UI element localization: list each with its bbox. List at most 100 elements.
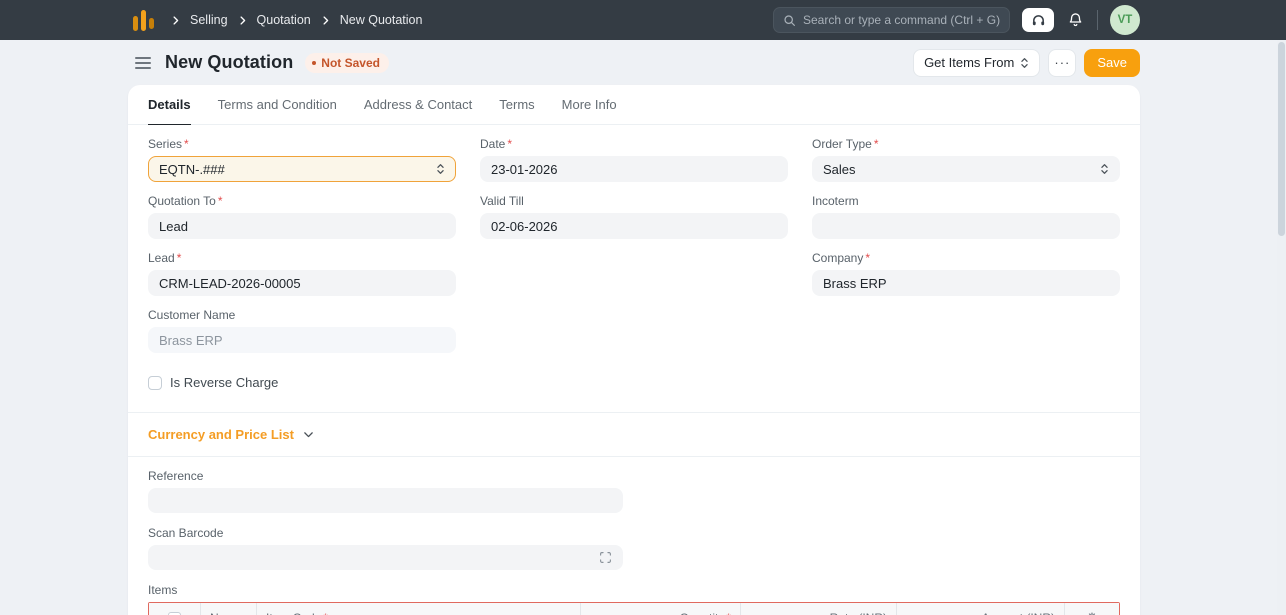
scan-icon [599, 551, 612, 564]
form-tabs: Details Terms and Condition Address & Co… [128, 85, 1140, 125]
select-all-checkbox[interactable] [168, 611, 181, 615]
select-all-cell [149, 603, 201, 615]
col-quantity: Quantity* [581, 603, 741, 615]
avatar[interactable]: VT [1110, 5, 1140, 35]
more-options-button[interactable]: ··· [1048, 48, 1077, 77]
col-no: No. [201, 603, 257, 615]
quotation-to-label: Quotation To [148, 194, 216, 208]
tab-more-info[interactable]: More Info [562, 85, 617, 124]
gear-icon[interactable]: ⚙ [1086, 610, 1098, 615]
save-button[interactable]: Save [1084, 48, 1140, 77]
navbar-divider [1097, 10, 1098, 30]
checkbox-icon [148, 375, 162, 390]
series-select[interactable]: EQTN-.### [148, 156, 456, 182]
scan-barcode-input[interactable] [148, 545, 623, 570]
avatar-initials: VT [1117, 14, 1133, 26]
is-reverse-charge-label: Is Reverse Charge [170, 375, 279, 390]
series-field: Series * EQTN-.### [148, 137, 456, 182]
items-label: Items [148, 583, 178, 597]
status-badge-label: Not Saved [321, 55, 380, 70]
tab-details[interactable]: Details [148, 85, 191, 125]
search-input[interactable] [803, 13, 1000, 27]
required-marker: * [323, 611, 328, 615]
currency-price-list-section-toggle[interactable]: Currency and Price List [128, 413, 1140, 457]
valid-till-value: 02-06-2026 [491, 218, 558, 234]
lead-input[interactable]: CRM-LEAD-2026-00005 [148, 270, 456, 296]
global-search[interactable] [773, 7, 1010, 33]
form-card: Details Terms and Condition Address & Co… [128, 85, 1140, 615]
is-reverse-charge-checkbox[interactable]: Is Reverse Charge [148, 375, 456, 390]
incoterm-input[interactable] [812, 213, 1120, 239]
breadcrumb-new-quotation[interactable]: New Quotation [340, 13, 423, 27]
sidebar-toggle-icon[interactable] [133, 55, 153, 71]
col-amount: Amount (INR) [897, 603, 1065, 615]
customer-name-value: Brass ERP [159, 332, 223, 348]
quotation-to-field: Quotation To * Lead [148, 194, 456, 239]
table-settings-cell: ⚙ [1065, 603, 1119, 615]
app-logo[interactable] [133, 9, 154, 31]
reference-input[interactable] [148, 488, 623, 513]
col-item-code: Item Code* [257, 603, 581, 615]
order-type-label: Order Type [812, 137, 872, 151]
required-marker: * [184, 137, 189, 151]
required-marker: * [873, 137, 879, 151]
navbar: Selling Quotation New Quotation VT [0, 0, 1286, 40]
headset-icon [1031, 13, 1046, 28]
chevron-right-icon [170, 15, 181, 26]
chevron-down-icon [302, 428, 315, 441]
required-marker: * [507, 137, 513, 151]
customer-name-input: Brass ERP [148, 327, 456, 353]
scrollbar-thumb[interactable] [1278, 42, 1285, 236]
valid-till-field: Valid Till 02-06-2026 [480, 194, 788, 239]
select-chevrons-icon [1020, 57, 1029, 69]
items-table: No. Item Code* Quantity* Rate (INR) Amou… [148, 602, 1120, 615]
search-icon [783, 14, 796, 27]
items-section: Reference Scan Barcode Items No. Item Co… [128, 457, 1140, 615]
order-type-select[interactable]: Sales [812, 156, 1120, 182]
breadcrumb-quotation[interactable]: Quotation [257, 13, 311, 27]
reference-label: Reference [148, 469, 204, 483]
company-field: Company * Brass ERP [812, 251, 1120, 296]
status-badge: Not Saved [305, 52, 389, 73]
lead-label: Lead [148, 251, 175, 265]
col-rate: Rate (INR) [741, 603, 897, 615]
lead-field: Lead * CRM-LEAD-2026-00005 [148, 251, 456, 296]
help-button[interactable] [1022, 8, 1054, 32]
company-label: Company [812, 251, 864, 265]
page-header: New Quotation Not Saved Get Items From ·… [0, 40, 1286, 85]
items-table-header: No. Item Code* Quantity* Rate (INR) Amou… [149, 603, 1119, 615]
required-marker: * [865, 251, 871, 265]
tab-terms[interactable]: Terms [499, 85, 534, 124]
select-chevrons-icon [436, 163, 445, 175]
breadcrumb-selling[interactable]: Selling [190, 13, 228, 27]
series-value: EQTN-.### [159, 161, 225, 177]
series-label: Series [148, 137, 183, 151]
page-title: New Quotation [165, 52, 294, 72]
dot-icon [312, 60, 317, 65]
quotation-to-select[interactable]: Lead [148, 213, 456, 239]
company-input[interactable]: Brass ERP [812, 270, 1120, 296]
tab-terms-and-condition[interactable]: Terms and Condition [218, 85, 337, 124]
tab-address-contact[interactable]: Address & Contact [364, 85, 472, 124]
date-input[interactable]: 23-01-2026 [480, 156, 788, 182]
required-marker: * [726, 611, 731, 615]
order-type-value: Sales [823, 161, 856, 177]
reference-field: Reference [148, 469, 623, 513]
date-value: 23-01-2026 [491, 161, 558, 177]
currency-price-list-label: Currency and Price List [148, 427, 294, 442]
scan-barcode-label: Scan Barcode [148, 526, 224, 540]
get-items-from-label: Get Items From [924, 55, 1015, 70]
scan-barcode-field: Scan Barcode [148, 526, 623, 570]
valid-till-input[interactable]: 02-06-2026 [480, 213, 788, 239]
required-marker: * [217, 194, 223, 208]
date-field: Date * 23-01-2026 [480, 137, 788, 182]
bell-icon [1068, 12, 1083, 28]
company-value: Brass ERP [823, 275, 887, 291]
chevron-right-icon [320, 15, 331, 26]
incoterm-field: Incoterm [812, 194, 1120, 239]
get-items-from-button[interactable]: Get Items From [913, 48, 1041, 77]
notifications-button[interactable] [1066, 12, 1085, 28]
date-label: Date [480, 137, 506, 151]
details-form: Series * EQTN-.### Date * 23-01-2026 Order… [128, 125, 1140, 412]
chevron-right-icon [237, 15, 248, 26]
